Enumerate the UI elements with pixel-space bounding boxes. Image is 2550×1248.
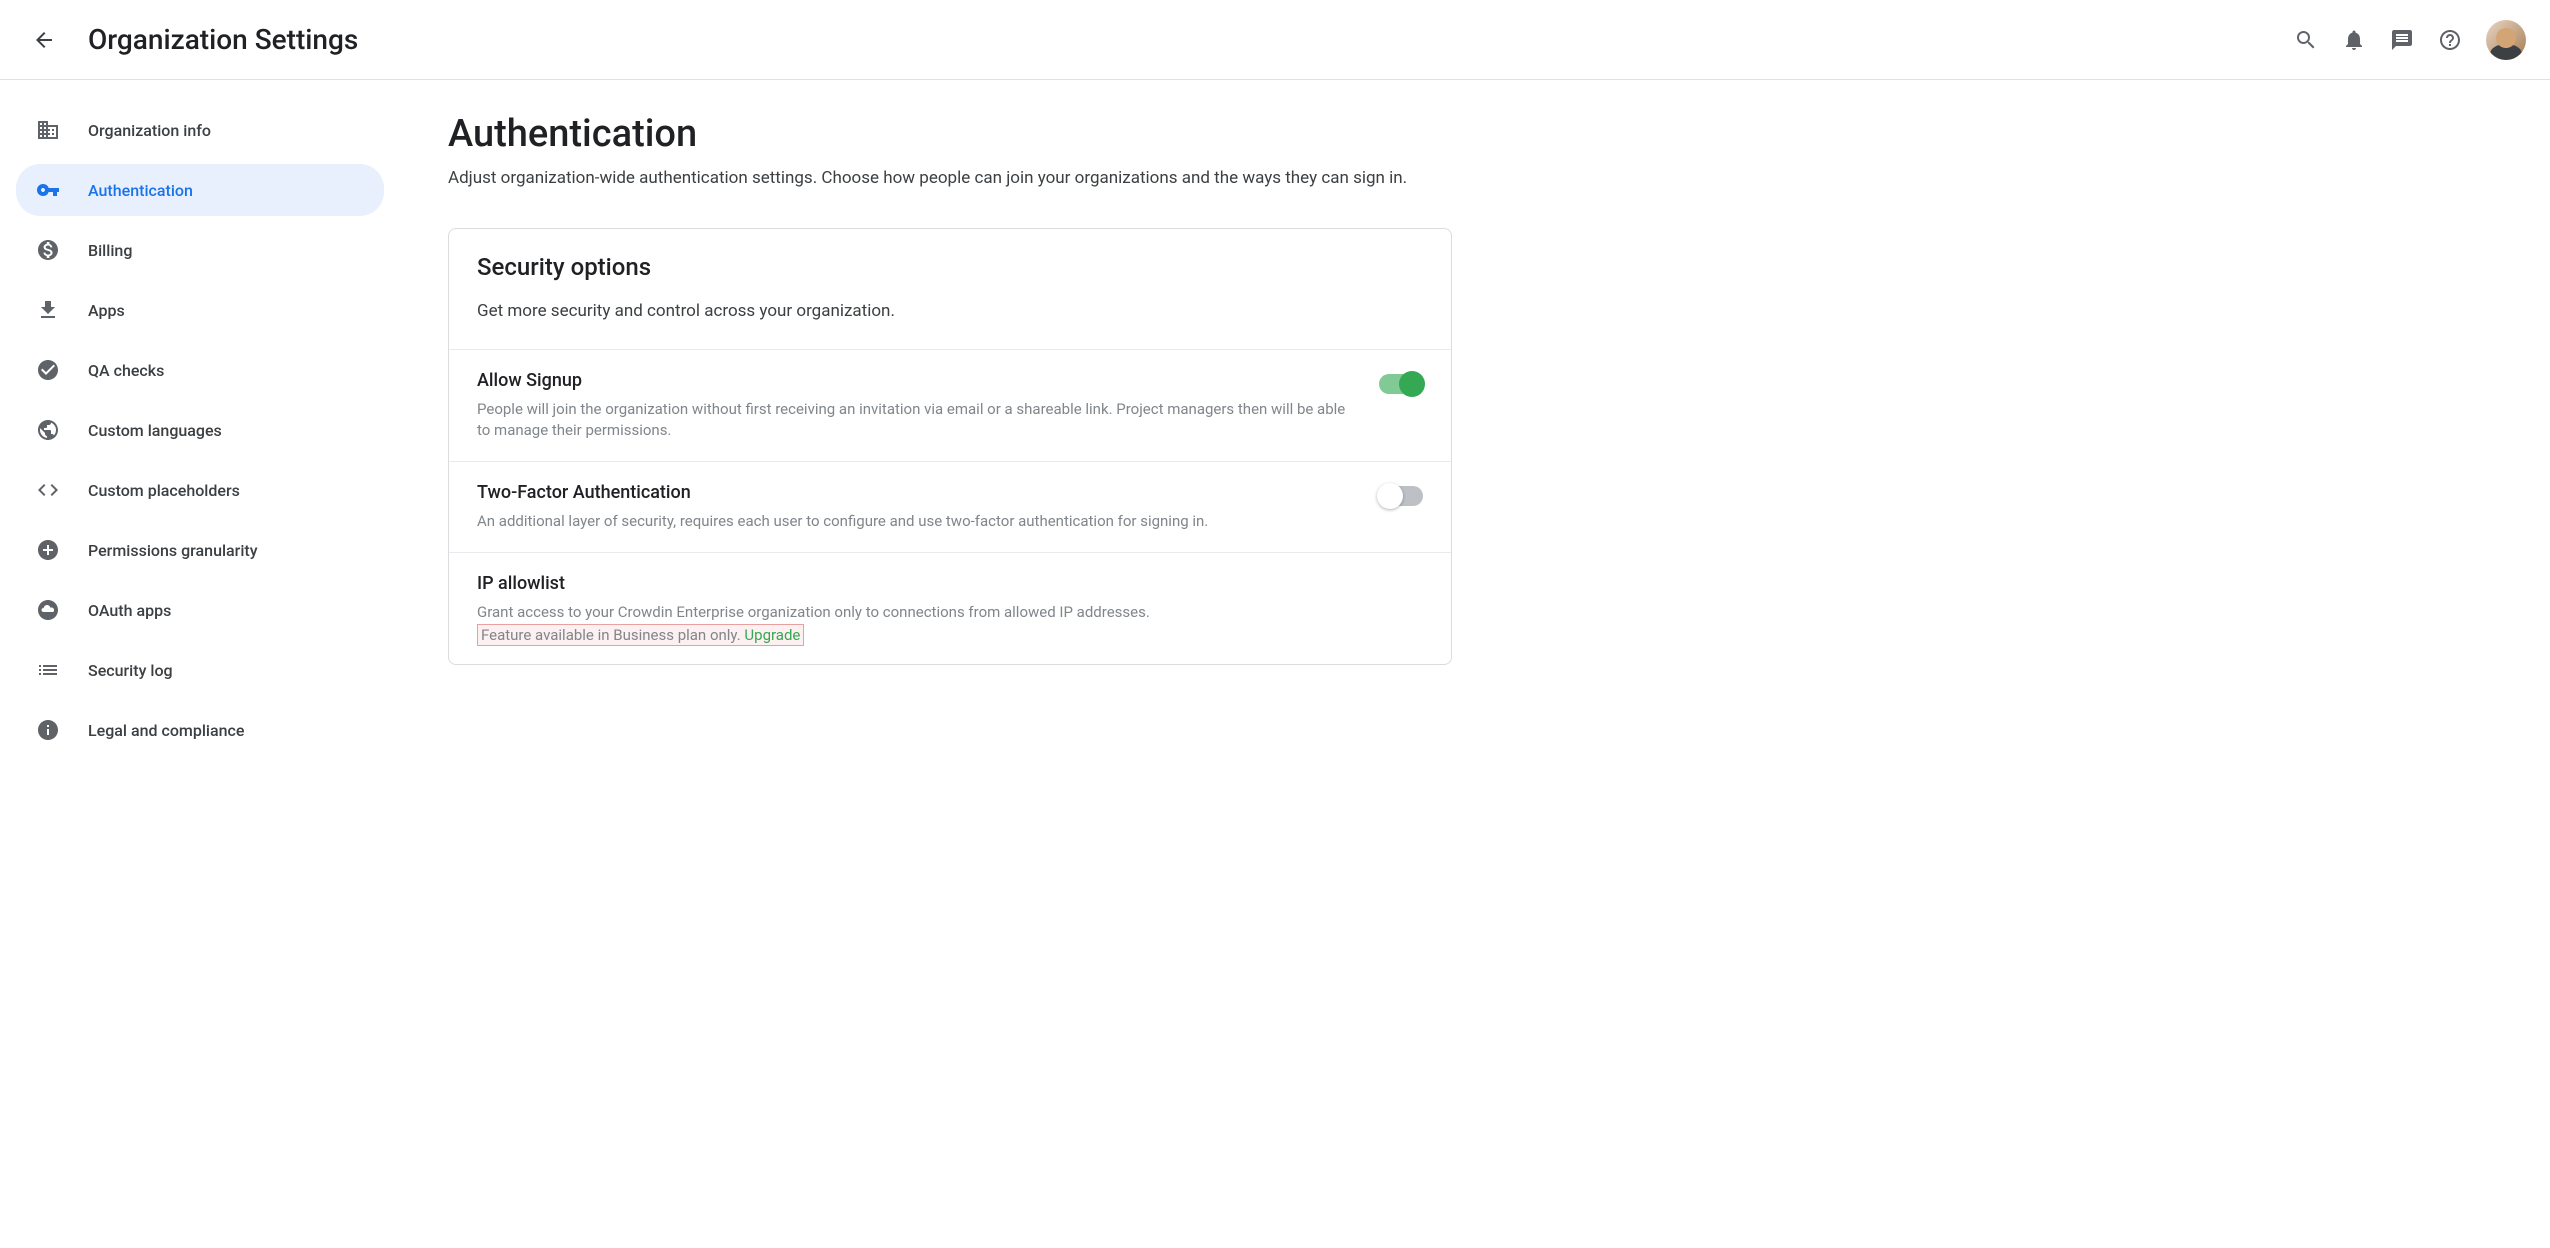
header: Organization Settings xyxy=(0,0,2550,80)
sidebar-item-oauth-apps[interactable]: OAuth apps xyxy=(16,584,384,636)
main-content: Authentication Adjust organization-wide … xyxy=(400,80,1500,788)
dollar-icon xyxy=(36,238,60,262)
globe-icon xyxy=(36,418,60,442)
download-icon xyxy=(36,298,60,322)
sidebar-item-authentication[interactable]: Authentication xyxy=(16,164,384,216)
option-desc: People will join the organization withou… xyxy=(477,399,1355,441)
main-title: Authentication xyxy=(448,112,1452,156)
sidebar-item-organization-info[interactable]: Organization info xyxy=(16,104,384,156)
sidebar-item-label: Legal and compliance xyxy=(88,721,244,740)
option-two-factor: Two-Factor Authentication An additional … xyxy=(449,461,1451,552)
avatar[interactable] xyxy=(2486,20,2526,60)
code-icon xyxy=(36,478,60,502)
sidebar-item-label: QA checks xyxy=(88,361,164,380)
sidebar-item-security-log[interactable]: Security log xyxy=(16,644,384,696)
header-actions xyxy=(2294,20,2526,60)
sidebar: Organization info Authentication Billing… xyxy=(0,80,400,788)
sidebar-item-label: Custom languages xyxy=(88,421,222,440)
building-icon xyxy=(36,118,60,142)
list-icon xyxy=(36,658,60,682)
help-button[interactable] xyxy=(2438,28,2462,52)
toggle-allow-signup[interactable] xyxy=(1379,374,1423,394)
sidebar-item-label: Apps xyxy=(88,301,125,320)
card-title: Security options xyxy=(477,253,1423,281)
check-circle-icon xyxy=(36,358,60,382)
notifications-button[interactable] xyxy=(2342,28,2366,52)
sidebar-item-label: Security log xyxy=(88,661,173,680)
bell-icon xyxy=(2342,28,2366,52)
toggle-two-factor[interactable] xyxy=(1379,486,1423,506)
sidebar-item-custom-placeholders[interactable]: Custom placeholders xyxy=(16,464,384,516)
arrow-back-icon xyxy=(32,28,56,52)
main-subtitle: Adjust organization-wide authentication … xyxy=(448,168,1452,188)
sidebar-item-apps[interactable]: Apps xyxy=(16,284,384,336)
option-title: IP allowlist xyxy=(477,573,1399,594)
upgrade-notice: Feature available in Business plan only.… xyxy=(477,624,804,646)
option-desc: An additional layer of security, require… xyxy=(477,511,1355,532)
sidebar-item-label: Authentication xyxy=(88,181,193,200)
messages-button[interactable] xyxy=(2390,28,2414,52)
sidebar-item-billing[interactable]: Billing xyxy=(16,224,384,276)
search-icon xyxy=(2294,28,2318,52)
option-desc: Grant access to your Crowdin Enterprise … xyxy=(477,602,1399,623)
upgrade-link[interactable]: Upgrade xyxy=(744,626,800,644)
sidebar-item-permissions-granularity[interactable]: Permissions granularity xyxy=(16,524,384,576)
back-button[interactable] xyxy=(24,20,64,60)
option-title: Two-Factor Authentication xyxy=(477,482,1355,503)
search-button[interactable] xyxy=(2294,28,2318,52)
info-icon xyxy=(36,718,60,742)
help-icon xyxy=(2438,28,2462,52)
plus-circle-icon xyxy=(36,538,60,562)
chat-icon xyxy=(2390,28,2414,52)
security-options-card: Security options Get more security and c… xyxy=(448,228,1452,665)
page-title: Organization Settings xyxy=(88,23,2294,56)
sidebar-item-label: Billing xyxy=(88,241,132,260)
sidebar-item-custom-languages[interactable]: Custom languages xyxy=(16,404,384,456)
sidebar-item-legal-and-compliance[interactable]: Legal and compliance xyxy=(16,704,384,756)
option-allow-signup: Allow Signup People will join the organi… xyxy=(449,349,1451,461)
sidebar-item-qa-checks[interactable]: QA checks xyxy=(16,344,384,396)
card-subtitle: Get more security and control across you… xyxy=(477,301,1423,321)
sidebar-item-label: OAuth apps xyxy=(88,601,171,620)
sidebar-item-label: Custom placeholders xyxy=(88,481,240,500)
key-icon xyxy=(36,178,60,202)
cloud-icon xyxy=(36,598,60,622)
sidebar-item-label: Permissions granularity xyxy=(88,541,258,560)
option-title: Allow Signup xyxy=(477,370,1355,391)
option-ip-allowlist: IP allowlist Grant access to your Crowdi… xyxy=(449,552,1451,664)
sidebar-item-label: Organization info xyxy=(88,121,211,140)
